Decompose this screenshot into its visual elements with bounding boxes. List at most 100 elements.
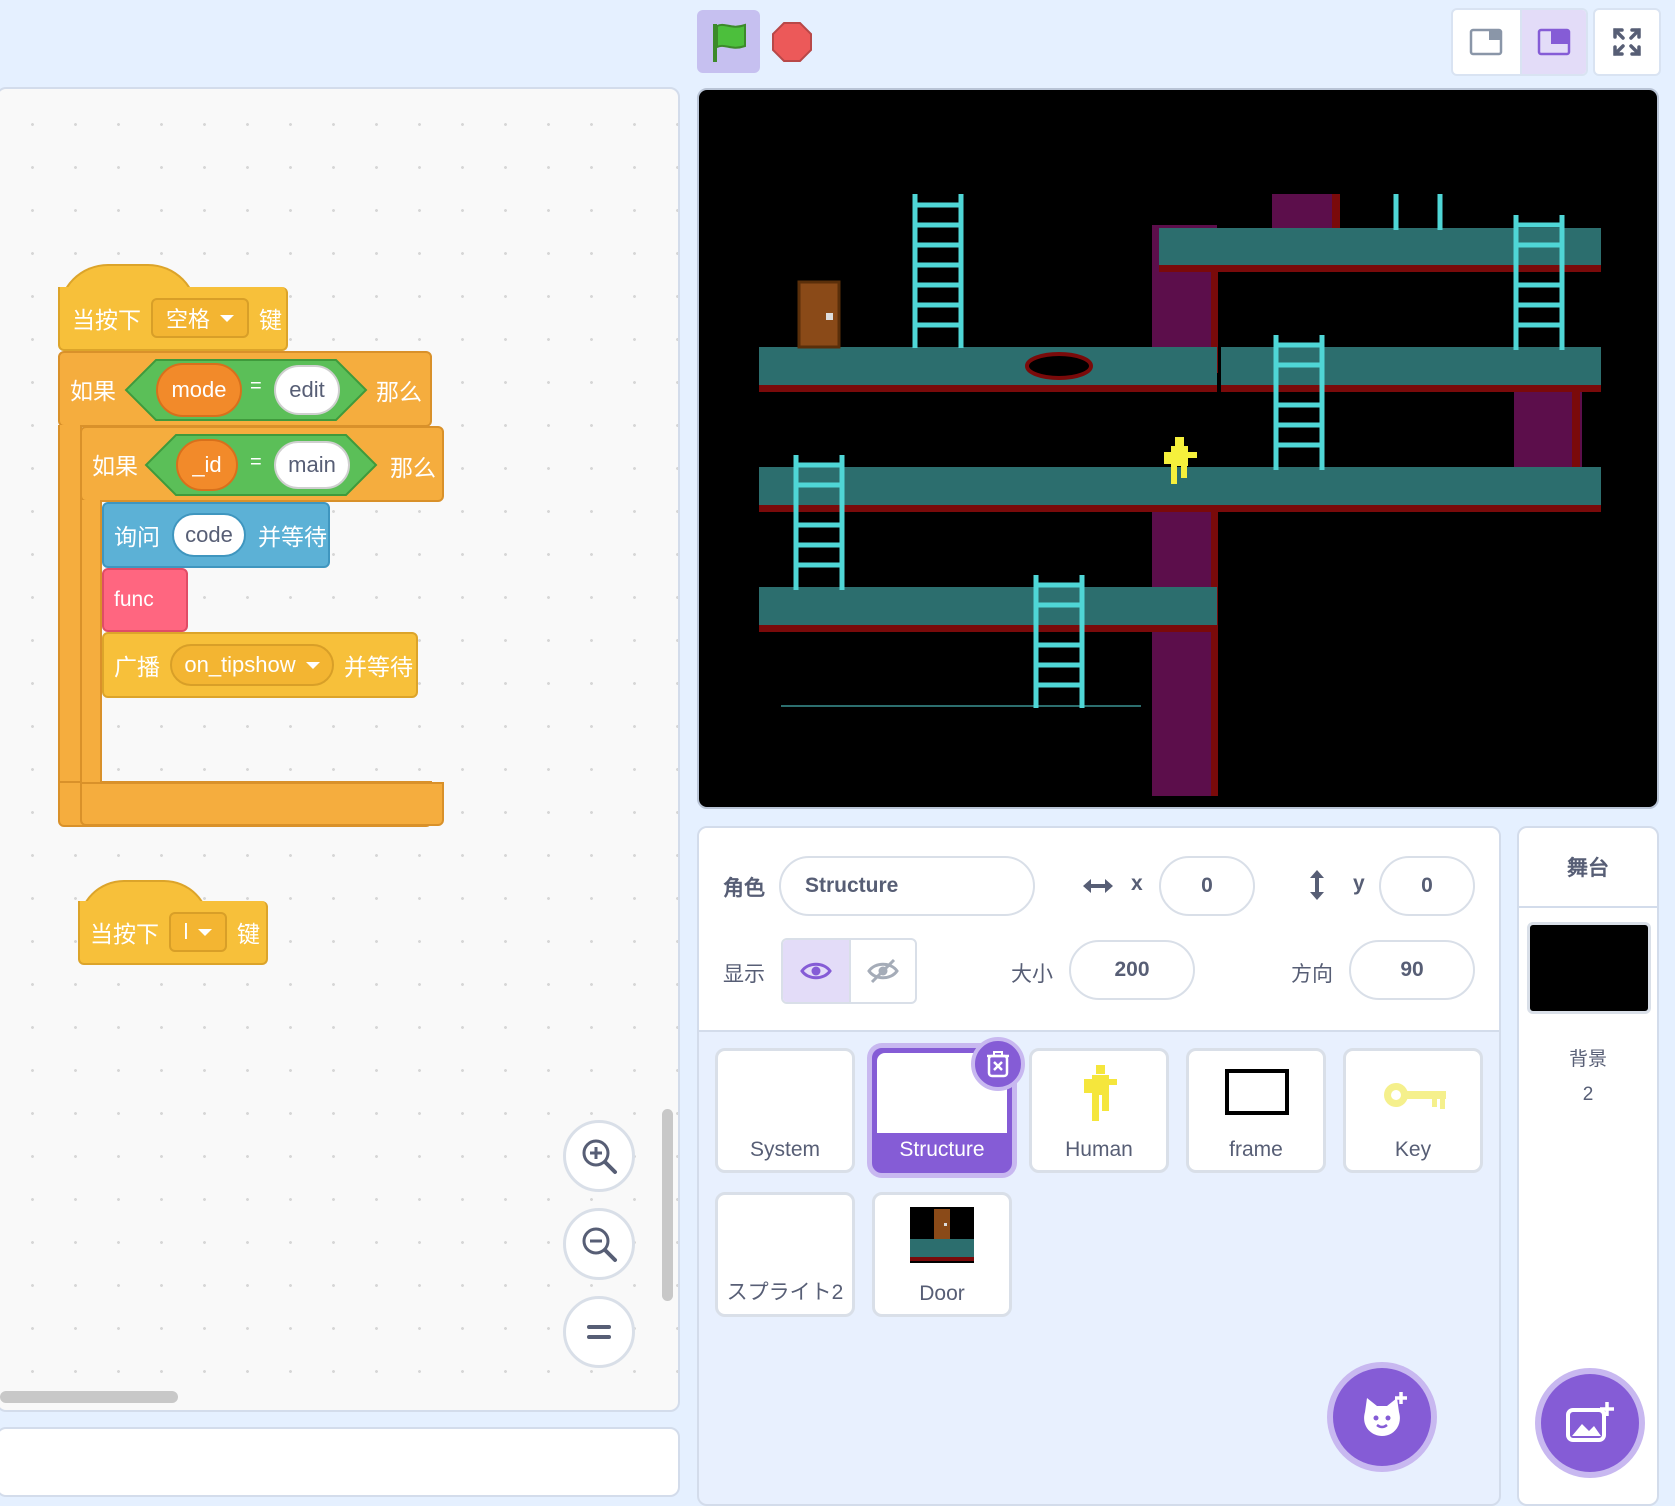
equals-sign: = <box>250 451 262 473</box>
block-text: 并等待 <box>258 524 327 550</box>
horizontal-arrows-icon <box>1083 879 1113 893</box>
image-plus-icon <box>1566 1402 1614 1442</box>
small-stage-layout-icon <box>1470 28 1503 56</box>
chevron-down-icon <box>220 314 234 322</box>
size-label: 大小 <box>1011 963 1053 986</box>
stage-pane[interactable]: 舞台 背景 2 <box>1517 826 1659 1506</box>
ask-input-text: code <box>185 522 233 547</box>
direction-value: 90 <box>1400 958 1424 981</box>
ask-and-wait-block[interactable]: 询问 code 并等待 <box>102 502 330 568</box>
zoom-in-button[interactable] <box>563 1120 635 1192</box>
stop-button[interactable] <box>770 20 814 64</box>
show-label: 显示 <box>723 963 765 986</box>
size-input[interactable]: 200 <box>1069 940 1195 1000</box>
block-text: 那么 <box>390 455 436 481</box>
door-thumbnail <box>910 1207 974 1263</box>
block-text: 如果 <box>92 453 138 479</box>
sprite-name: Structure <box>899 1138 985 1161</box>
key-dropdown[interactable]: 空格 <box>151 298 249 338</box>
direction-label: 方向 <box>1291 963 1333 986</box>
hide-button[interactable] <box>849 940 915 1002</box>
sprite-tile-sprite2[interactable]: スプライト2 <box>715 1192 855 1317</box>
ask-input[interactable]: code <box>172 513 246 557</box>
sprite-name: System <box>749 1138 820 1161</box>
fullscreen-icon <box>1613 28 1641 56</box>
stage-layout-toggle <box>1451 8 1588 76</box>
horizontal-scrollbar[interactable] <box>0 1391 178 1403</box>
y-label: y <box>1353 872 1365 895</box>
y-input[interactable]: 0 <box>1379 856 1475 916</box>
key-dropdown[interactable]: l <box>169 912 227 952</box>
zoom-reset-icon <box>587 1325 611 1339</box>
block-text: 键 <box>259 307 282 333</box>
when-key-pressed-block[interactable]: 当按下 空格 键 <box>58 287 288 351</box>
small-stage-button[interactable] <box>1453 10 1520 74</box>
sprite-tile-human[interactable]: Human <box>1029 1048 1169 1173</box>
broadcast-and-wait-block[interactable]: 广播 on_tipshow 并等待 <box>102 632 418 698</box>
vertical-scrollbar[interactable] <box>662 1109 673 1301</box>
custom-func-block[interactable]: func <box>102 568 188 632</box>
key-thumbnail <box>1384 1083 1446 1109</box>
sprite-name-value: Structure <box>805 874 899 897</box>
code-workspace[interactable]: 当按下 空格 键 如果 mode = edit 那么 如果 _id = main… <box>0 87 680 1412</box>
operand-text: edit <box>289 377 325 402</box>
door <box>797 280 841 349</box>
eye-slash-icon <box>867 958 899 984</box>
block-text: 广播 <box>114 654 160 680</box>
sprite-tile-key[interactable]: Key <box>1343 1048 1483 1173</box>
zoom-reset-button[interactable] <box>563 1296 635 1368</box>
add-backdrop-button[interactable] <box>1541 1374 1639 1472</box>
stage-canvas[interactable] <box>697 88 1659 809</box>
key-dropdown-value: 空格 <box>165 307 210 332</box>
broadcast-message-value: on_tipshow <box>184 652 296 677</box>
chevron-down-icon <box>198 928 213 936</box>
show-button[interactable] <box>783 940 849 1002</box>
cat-plus-icon <box>1364 1392 1407 1436</box>
visibility-toggle <box>781 938 917 1004</box>
operand-value[interactable]: edit <box>274 365 340 415</box>
broadcast-message-dropdown[interactable]: on_tipshow <box>170 644 334 686</box>
x-input[interactable]: 0 <box>1159 856 1255 916</box>
sprite-info: 角色 Structure x 0 y 0 显示 大小 200 方向 90 <box>699 828 1499 1032</box>
sprite-name: スプライト2 <box>726 1281 844 1304</box>
zoom-in-icon <box>582 1139 617 1174</box>
delete-sprite-button[interactable] <box>971 1037 1025 1091</box>
direction-input[interactable]: 90 <box>1349 940 1475 1000</box>
sprite-name: frame <box>1229 1138 1283 1161</box>
sprite-tile-frame[interactable]: frame <box>1186 1048 1326 1173</box>
add-sprite-button[interactable] <box>1333 1368 1431 1466</box>
vertical-arrows-icon <box>1310 870 1324 900</box>
when-key-pressed-block[interactable]: 当按下 l 键 <box>78 901 268 965</box>
backdrops-label: 背景 <box>1568 1049 1607 1070</box>
zoom-out-button[interactable] <box>563 1208 635 1280</box>
game-scene <box>759 194 1601 796</box>
block-text: 并等待 <box>344 654 413 680</box>
normal-stage-layout-icon <box>1537 28 1570 56</box>
green-flag-button[interactable] <box>697 10 760 73</box>
stage-thumbnail[interactable] <box>1527 922 1651 1014</box>
sprite-tile-system[interactable]: System <box>715 1048 855 1173</box>
sprite-tile-door[interactable]: Door <box>872 1192 1012 1317</box>
sprite-name: Key <box>1394 1138 1432 1161</box>
size-value: 200 <box>1114 958 1150 981</box>
operand-value[interactable]: main <box>274 441 350 489</box>
sprite-name-input[interactable]: Structure <box>779 856 1035 916</box>
id-variable[interactable]: _id <box>176 439 238 491</box>
frame-thumbnail <box>1225 1069 1289 1115</box>
block-text: 那么 <box>376 379 422 405</box>
stop-icon <box>772 22 812 62</box>
block-text: 当按下 <box>90 921 159 947</box>
mode-variable[interactable]: mode <box>156 363 242 417</box>
operand-text: main <box>288 452 336 477</box>
green-flag-icon <box>712 23 746 62</box>
trash-icon <box>987 1051 1009 1078</box>
x-label: x <box>1131 872 1143 895</box>
normal-stage-button[interactable] <box>1519 10 1586 74</box>
floor-hole <box>1025 352 1093 380</box>
block-text: func <box>114 588 154 611</box>
key-dropdown-value: l <box>183 919 189 944</box>
sprite-name: Door <box>919 1282 965 1305</box>
variable-name: _id <box>192 452 222 477</box>
fullscreen-button[interactable] <box>1593 8 1661 76</box>
top-bar <box>0 0 1675 86</box>
